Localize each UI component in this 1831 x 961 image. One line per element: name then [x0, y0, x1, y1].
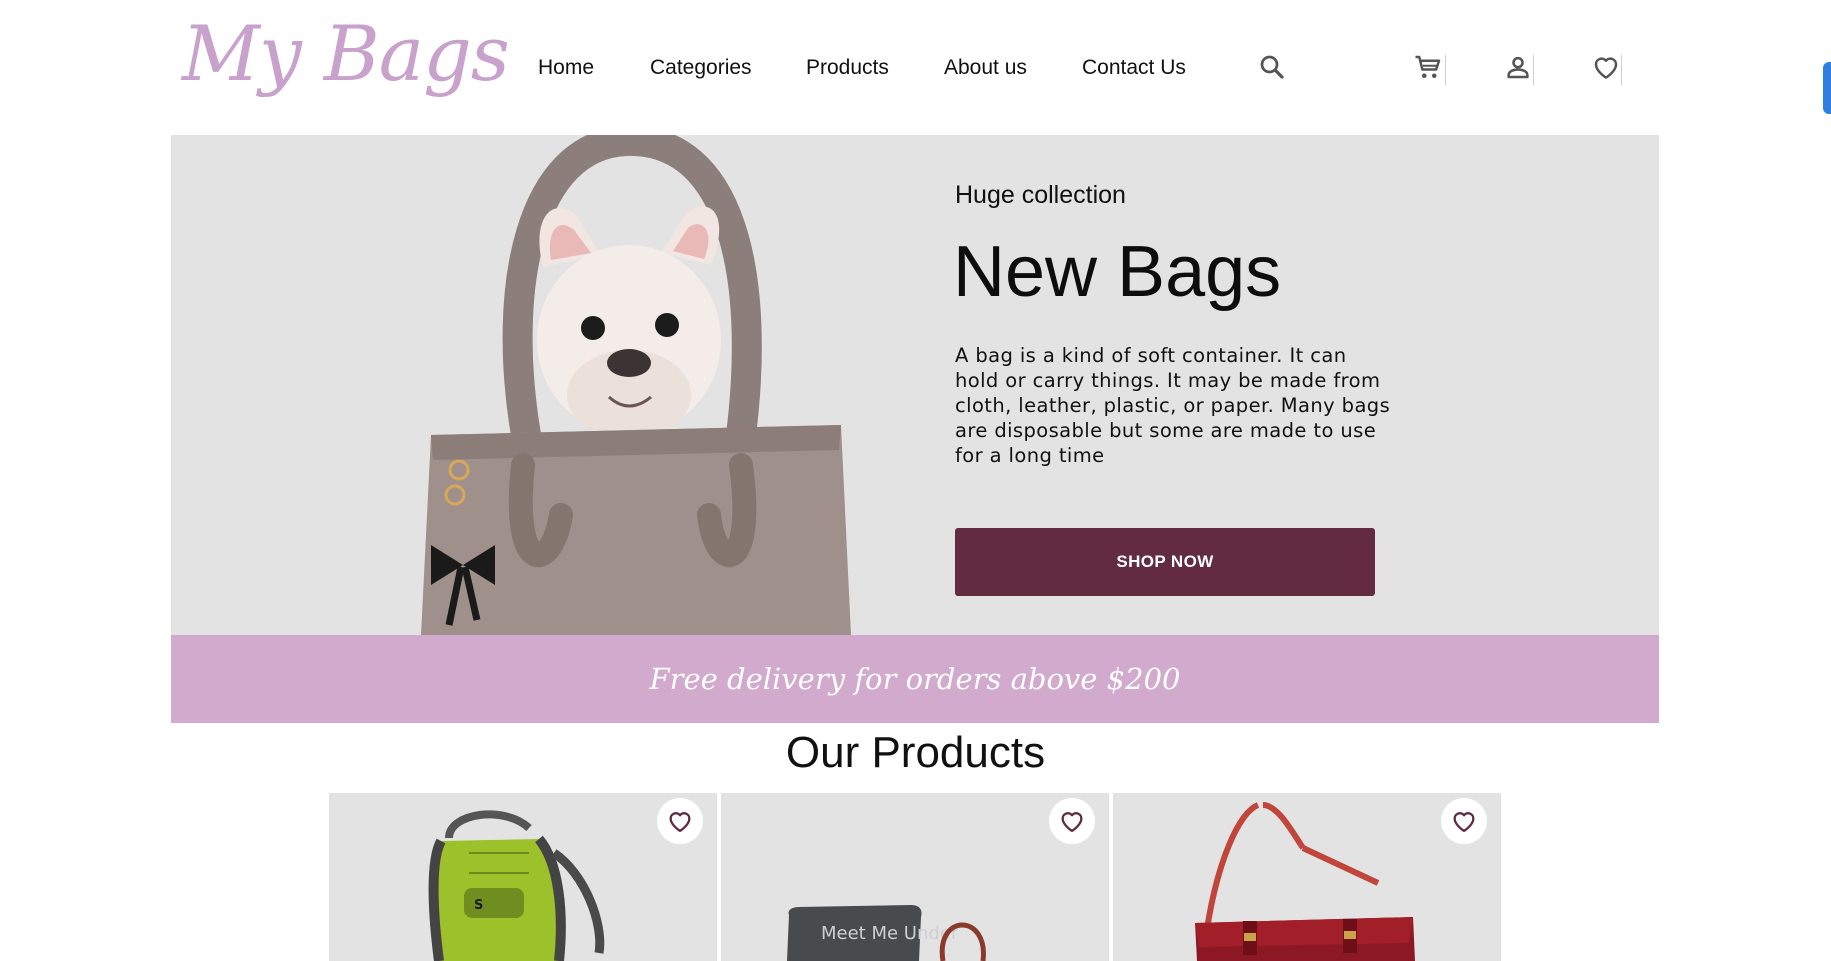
wishlist-divider — [1621, 55, 1622, 85]
logo[interactable]: My Bags — [182, 16, 510, 92]
nav-about-us[interactable]: About us — [944, 56, 1027, 80]
hero-description: A bag is a kind of soft container. It ca… — [955, 344, 1391, 467]
nav-contact-us[interactable]: Contact Us — [1082, 56, 1186, 80]
hero-image-bag-with-puppy — [421, 135, 851, 635]
product-grid: S Meet Me Under — [329, 793, 1501, 961]
pillow-text: Meet Me Under — [821, 923, 959, 944]
add-to-wishlist-button[interactable] — [657, 798, 703, 844]
banner-text: Free delivery for orders above $200 — [649, 662, 1181, 696]
side-tab[interactable] — [1823, 62, 1831, 114]
nav-products[interactable]: Products — [806, 56, 889, 80]
cart-icon[interactable] — [1413, 52, 1443, 82]
search-icon[interactable] — [1257, 52, 1287, 82]
free-delivery-banner: Free delivery for orders above $200 — [171, 635, 1659, 723]
hero-section: Huge collection New Bags A bag is a kind… — [171, 135, 1659, 635]
product-card[interactable]: Meet Me Under — [721, 793, 1109, 961]
nav-categories[interactable]: Categories — [650, 56, 752, 80]
svg-text:S: S — [474, 898, 483, 913]
heart-icon — [1453, 812, 1475, 833]
hero-subtitle: Huge collection — [955, 181, 1126, 209]
heart-icon[interactable] — [1591, 52, 1621, 82]
add-to-wishlist-button[interactable] — [1049, 798, 1095, 844]
user-divider — [1533, 55, 1534, 85]
product-card[interactable]: S — [329, 793, 717, 961]
hero-title: New Bags — [953, 232, 1282, 312]
heart-icon — [669, 812, 691, 833]
user-icon[interactable] — [1503, 52, 1533, 82]
cart-divider — [1445, 55, 1446, 85]
shop-now-button[interactable]: SHOP NOW — [955, 528, 1375, 596]
site-header: My Bags Home Categories Products About u… — [0, 0, 1831, 135]
section-title-our-products: Our Products — [785, 728, 1046, 777]
add-to-wishlist-button[interactable] — [1441, 798, 1487, 844]
nav-home[interactable]: Home — [538, 56, 594, 80]
product-card[interactable] — [1113, 793, 1501, 961]
heart-icon — [1061, 812, 1083, 833]
